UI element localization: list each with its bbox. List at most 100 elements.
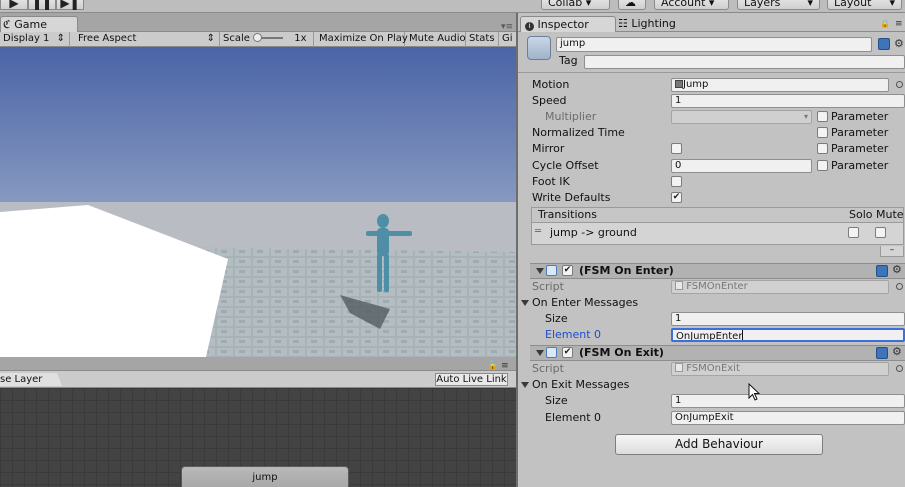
game-viewport[interactable] <box>0 47 517 357</box>
tab-lighting-label: Lighting <box>631 17 676 30</box>
tab-game-label: Game <box>14 18 47 31</box>
pane-menu-icon[interactable]: ≡ <box>895 19 904 29</box>
element-0-field-enter[interactable]: OnJumpEnter <box>671 328 905 342</box>
script-field-exit: FSMOnExit <box>671 362 889 376</box>
speed-field[interactable]: 1 <box>671 94 905 108</box>
size-value-exit: 1 <box>675 395 682 406</box>
behaviour-enabled-checkbox-enter[interactable]: ✔ <box>562 265 573 276</box>
maximize-on-play-label: Maximize On Play <box>319 33 408 44</box>
normalized-time-parameter-checkbox[interactable] <box>817 127 828 138</box>
size-label: Size <box>545 312 568 325</box>
display-label: Display 1 <box>3 33 50 44</box>
lighting-icon: ☷ <box>618 17 628 30</box>
stats-toggle[interactable]: Stats <box>466 32 499 47</box>
foot-ik-checkbox[interactable] <box>671 176 682 187</box>
speed-value: 1 <box>675 95 682 106</box>
scale-slider[interactable] <box>253 33 284 42</box>
script-value-enter: FSMOnEnter <box>686 281 748 292</box>
help-book-icon[interactable] <box>876 347 888 359</box>
transitions-header-label: Transitions <box>538 208 597 221</box>
object-picker-icon[interactable] <box>896 81 903 88</box>
tab-inspector[interactable]: i Inspector <box>520 16 616 32</box>
behaviour-enabled-checkbox-exit[interactable]: ✔ <box>562 347 573 358</box>
motion-field[interactable]: Jump <box>671 78 889 92</box>
help-book-icon[interactable] <box>878 38 890 50</box>
display-dropdown[interactable]: Display 1 ⇕ <box>0 32 70 47</box>
state-name-field[interactable]: jump <box>556 37 872 52</box>
cycle-offset-parameter-checkbox[interactable] <box>817 160 828 171</box>
play-icon: ▶ <box>9 0 19 10</box>
gizmos-dropdown[interactable]: Gi <box>499 32 517 47</box>
pane-menu-icon[interactable]: ≡ <box>501 361 509 371</box>
script-value-exit: FSMOnExit <box>686 363 740 374</box>
scale-control: Scale 1x <box>220 32 314 47</box>
mute-audio-toggle[interactable]: Mute Audio <box>406 32 466 47</box>
state-name-value: jump <box>560 38 586 49</box>
tab-base-layer[interactable]: se Layer <box>0 373 62 386</box>
parameter-label: Parameter <box>831 110 889 123</box>
tab-game[interactable]: ℭ Game <box>0 16 78 32</box>
pane-menu-icon[interactable]: ▾≡ <box>501 22 513 32</box>
transition-label: jump -> ground <box>550 226 637 239</box>
mirror-parameter-checkbox[interactable] <box>817 143 828 154</box>
parameter-label: Parameter <box>831 142 889 155</box>
add-behaviour-label: Add Behaviour <box>675 437 763 451</box>
auto-live-link-label: Auto Live Link <box>436 374 507 385</box>
stats-label: Stats <box>469 33 495 44</box>
gear-icon[interactable]: ⚙ <box>894 38 904 50</box>
tag-field[interactable] <box>584 55 905 69</box>
transition-row[interactable]: ═ jump -> ground <box>532 224 903 244</box>
play-button[interactable]: ▶ <box>0 0 28 10</box>
collab-button[interactable]: Collab ▾ <box>541 0 610 10</box>
size-field-enter[interactable]: 1 <box>671 312 905 326</box>
script-field-enter: FSMOnEnter <box>671 280 889 294</box>
layout-dropdown[interactable]: Layout ▾ <box>827 0 902 10</box>
layers-dropdown[interactable]: Layers ▾ <box>737 0 820 10</box>
animation-clip-icon <box>675 80 683 88</box>
scale-label: Scale <box>223 33 250 44</box>
cloud-button[interactable]: ☁ <box>618 0 646 10</box>
gear-icon[interactable]: ⚙ <box>892 346 902 358</box>
foot-ik-label: Foot IK <box>532 175 570 188</box>
auto-live-link-toggle[interactable]: Auto Live Link <box>435 373 508 386</box>
cycle-offset-value: 0 <box>675 160 682 171</box>
slider-thumb[interactable] <box>253 33 263 42</box>
behaviour-title-enter: (FSM On Enter) <box>579 264 674 277</box>
element-0-label: Element 0 <box>545 328 602 341</box>
step-button[interactable]: ▶❚ <box>56 0 84 10</box>
fold-arrow-icon[interactable] <box>536 350 544 356</box>
transition-solo-checkbox[interactable] <box>848 227 859 238</box>
state-node-jump[interactable]: jump <box>181 466 349 487</box>
object-picker-icon[interactable] <box>896 365 903 372</box>
parameter-label: Parameter <box>831 159 889 172</box>
script-icon <box>546 347 557 358</box>
lock-icon[interactable]: 🔒 <box>880 19 890 28</box>
tab-lighting[interactable]: ☷ Lighting <box>614 16 704 32</box>
aspect-dropdown[interactable]: Free Aspect ⇕ <box>75 32 220 47</box>
element-0-field-exit[interactable]: OnJumpExit <box>671 411 905 425</box>
fold-arrow-icon[interactable] <box>521 300 529 306</box>
solo-header-label: Solo <box>849 208 873 221</box>
account-dropdown[interactable]: Account ▾ <box>654 0 729 10</box>
remove-transition-button[interactable]: – <box>880 246 904 257</box>
script-label: Script <box>532 362 564 375</box>
game-scene <box>0 47 517 357</box>
write-defaults-checkbox[interactable]: ✔ <box>671 192 682 203</box>
tab-inspector-label: Inspector <box>537 18 589 31</box>
maximize-on-play-toggle[interactable]: Maximize On Play <box>316 32 408 47</box>
fold-arrow-icon[interactable] <box>536 268 544 274</box>
multiplier-parameter-checkbox[interactable] <box>817 111 828 122</box>
add-behaviour-button[interactable]: Add Behaviour <box>615 434 823 455</box>
drag-handle-icon[interactable]: ═ <box>535 226 541 237</box>
game-view-toolbar: Display 1 ⇕ Free Aspect ⇕ Scale 1x Maxim… <box>0 32 517 47</box>
transition-mute-checkbox[interactable] <box>875 227 886 238</box>
size-field-exit[interactable]: 1 <box>671 394 905 408</box>
cycle-offset-field[interactable]: 0 <box>671 159 812 173</box>
fold-arrow-icon[interactable] <box>521 382 529 388</box>
object-picker-icon[interactable] <box>896 283 903 290</box>
mirror-checkbox[interactable] <box>671 143 682 154</box>
gear-icon[interactable]: ⚙ <box>892 264 902 276</box>
pause-button[interactable]: ❚❚ <box>28 0 56 10</box>
help-book-icon[interactable] <box>876 265 888 277</box>
lock-icon[interactable]: 🔒 <box>487 361 498 371</box>
